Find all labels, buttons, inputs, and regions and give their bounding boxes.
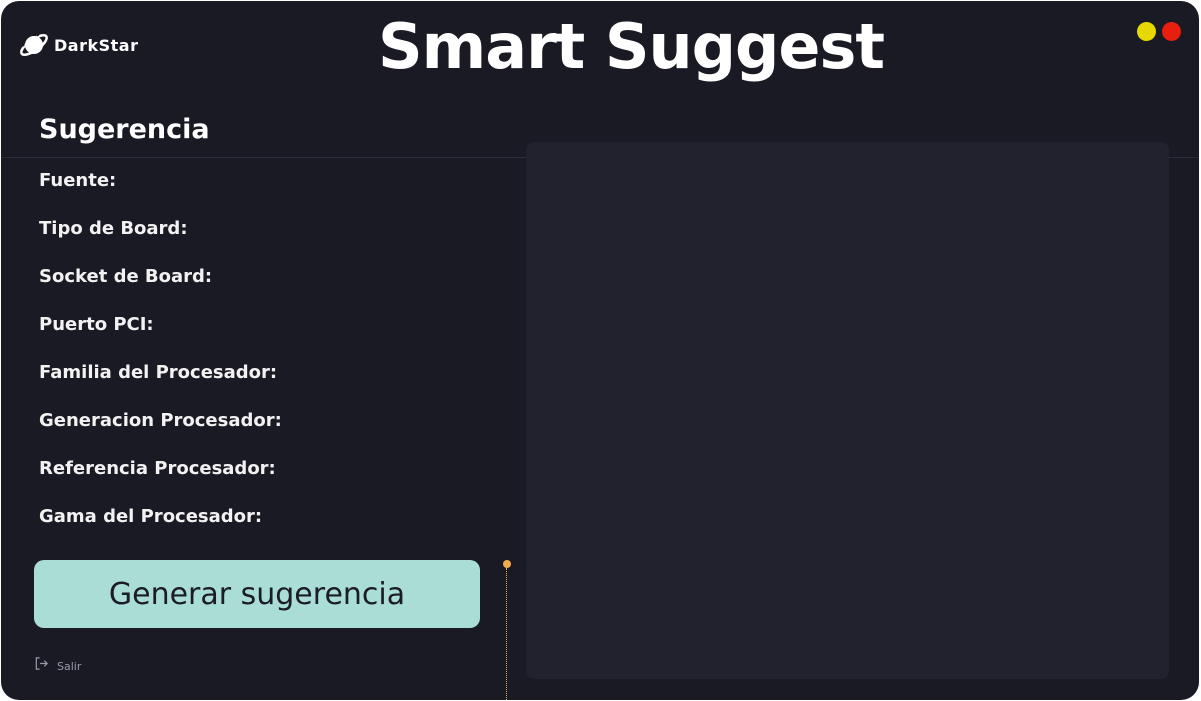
splitter-line <box>506 568 507 700</box>
close-button[interactable] <box>1162 22 1181 41</box>
suggestion-result-panel <box>526 142 1169 679</box>
field-label-gama-procesador: Gama del Procesador: <box>39 506 263 527</box>
exit-label: Salir <box>57 659 82 673</box>
page-title: Smart Suggest <box>377 10 885 83</box>
field-list: Fuente: Tipo de Board: Socket de Board: … <box>39 169 282 553</box>
generate-suggestion-button[interactable]: Generar sugerencia <box>34 560 480 628</box>
logout-icon <box>34 656 49 676</box>
field-label-tipo-board: Tipo de Board: <box>39 218 188 239</box>
field-label-familia-procesador: Familia del Procesador: <box>39 362 278 383</box>
field-label-fuente: Fuente: <box>39 170 117 191</box>
app-window: DarkStar Smart Suggest Sugerencia Fuente… <box>1 1 1199 700</box>
field-label-socket-board: Socket de Board: <box>39 266 213 287</box>
field-label-generacion-procesador: Generacion Procesador: <box>39 410 282 431</box>
splitter-handle[interactable] <box>503 560 511 568</box>
exit-button[interactable]: Salir <box>34 656 81 676</box>
field-label-puerto-pci: Puerto PCI: <box>39 314 154 335</box>
section-title: Sugerencia <box>39 114 210 145</box>
field-label-referencia-procesador: Referencia Procesador: <box>39 458 276 479</box>
minimize-button[interactable] <box>1137 22 1156 41</box>
